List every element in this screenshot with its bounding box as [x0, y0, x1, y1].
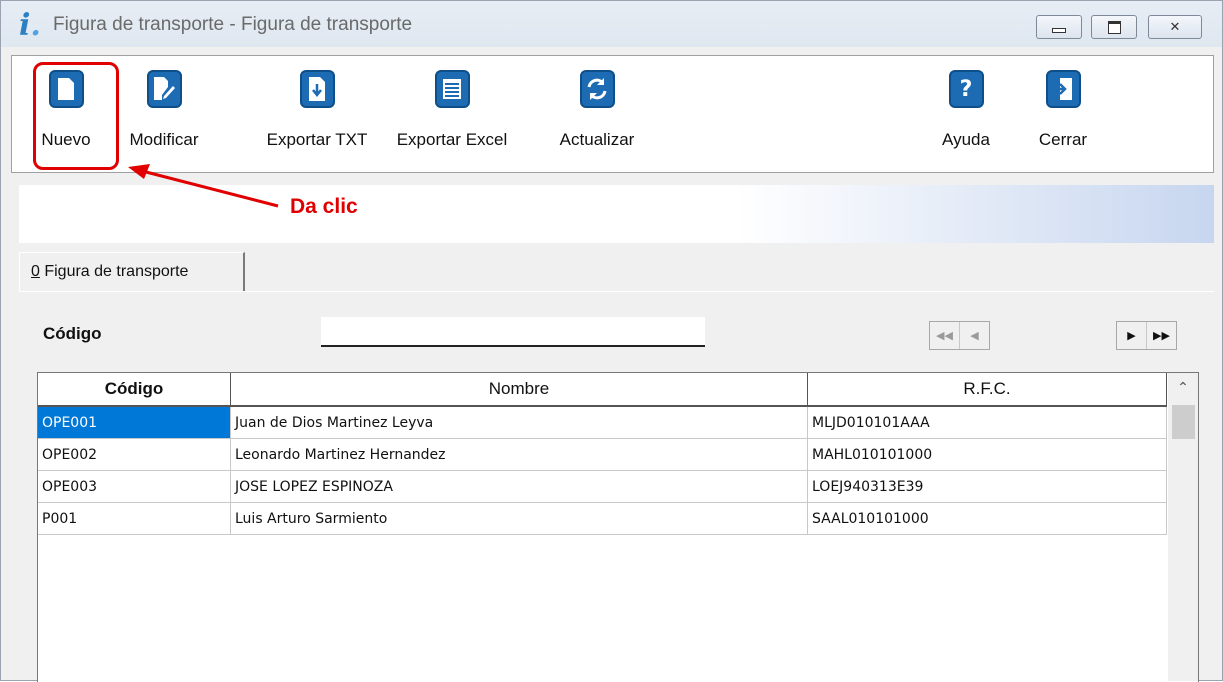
- minimize-button[interactable]: [1036, 15, 1082, 39]
- actualizar-label: Actualizar: [559, 130, 635, 149]
- previous-record-button[interactable]: ◀: [960, 322, 989, 349]
- first-record-button[interactable]: ◀◀: [930, 322, 960, 349]
- exportar-excel-label: Exportar Excel: [396, 130, 508, 149]
- column-header-rfc[interactable]: R.F.C.: [807, 373, 1167, 407]
- app-info-icon: i.: [19, 8, 41, 43]
- minimize-icon: [1052, 27, 1066, 33]
- vertical-scrollbar[interactable]: ⌃: [1168, 373, 1198, 681]
- exit-door-icon: [1045, 70, 1081, 108]
- cell-codigo[interactable]: OPE002: [38, 438, 231, 471]
- data-grid: Código Nombre R.F.C. OPE001 Juan de Dios…: [37, 372, 1199, 682]
- cell-nombre[interactable]: Juan de Dios Martinez Leyva: [230, 406, 808, 439]
- maximize-icon: [1107, 20, 1121, 34]
- tab-figura-de-transporte[interactable]: 0 Figura de transporte: [19, 252, 245, 292]
- next-record-icon: ▶: [1127, 329, 1136, 342]
- help-icon: ?: [948, 70, 984, 108]
- cell-nombre[interactable]: Luis Arturo Sarmiento: [230, 502, 808, 535]
- last-record-icon: ▶▶: [1153, 329, 1170, 342]
- nav-forward-group: ▶ ▶▶: [1116, 321, 1177, 350]
- table-row[interactable]: OPE003 JOSE LOPEZ ESPINOZA LOEJ940313E39: [38, 470, 1167, 503]
- cerrar-button[interactable]: Cerrar: [1032, 58, 1094, 168]
- cell-codigo[interactable]: OPE001: [38, 406, 231, 439]
- ayuda-button[interactable]: ? Ayuda: [936, 58, 996, 168]
- table-row[interactable]: P001 Luis Arturo Sarmiento SAAL010101000: [38, 502, 1167, 535]
- scroll-up-button[interactable]: ⌃: [1168, 373, 1198, 403]
- first-record-icon: ◀◀: [936, 329, 953, 342]
- close-window-button[interactable]: ✕: [1148, 15, 1202, 39]
- refresh-icon: [579, 70, 615, 108]
- exportar-txt-label: Exportar TXT: [266, 130, 368, 149]
- window-title: Figura de transporte - Figura de transpo…: [53, 14, 413, 35]
- exportar-txt-button[interactable]: Exportar TXT: [257, 58, 377, 168]
- cerrar-label: Cerrar: [1038, 130, 1088, 149]
- tab-label: Figura de transporte: [39, 263, 189, 280]
- tab-divider: [19, 291, 1214, 292]
- export-excel-icon: [434, 70, 470, 108]
- cell-codigo[interactable]: OPE003: [38, 470, 231, 503]
- title-bar[interactable]: i. Figura de transporte - Figura de tran…: [1, 1, 1222, 47]
- next-record-button[interactable]: ▶: [1117, 322, 1147, 349]
- table-row[interactable]: OPE001 Juan de Dios Martinez Leyva MLJD0…: [38, 406, 1167, 439]
- actualizar-button[interactable]: Actualizar: [547, 58, 647, 168]
- cell-rfc[interactable]: MAHL010101000: [807, 438, 1167, 471]
- last-record-button[interactable]: ▶▶: [1147, 322, 1176, 349]
- column-header-nombre[interactable]: Nombre: [230, 373, 808, 407]
- tab-hotkey: 0: [31, 263, 40, 280]
- exportar-excel-button[interactable]: Exportar Excel: [387, 58, 517, 168]
- modificar-label: Modificar: [129, 130, 199, 149]
- cell-rfc[interactable]: MLJD010101AAA: [807, 406, 1167, 439]
- export-txt-icon: [299, 70, 335, 108]
- modificar-button[interactable]: Modificar: [112, 58, 216, 168]
- cell-rfc[interactable]: LOEJ940313E39: [807, 470, 1167, 503]
- toolbar: Nuevo Modificar Exportar TXT Exportar Ex…: [11, 55, 1214, 173]
- info-band: [19, 185, 1214, 243]
- close-icon: ✕: [1169, 19, 1181, 35]
- codigo-filter-input[interactable]: [321, 317, 705, 347]
- nav-back-group: ◀◀ ◀: [929, 321, 990, 350]
- grid-table: Código Nombre R.F.C. OPE001 Juan de Dios…: [38, 373, 1167, 535]
- edit-document-icon: [146, 70, 182, 108]
- cell-nombre[interactable]: JOSE LOPEZ ESPINOZA: [230, 470, 808, 503]
- cell-nombre[interactable]: Leonardo Martinez Hernandez: [230, 438, 808, 471]
- scroll-thumb[interactable]: [1172, 405, 1195, 439]
- annotation-text: Da clic: [290, 195, 358, 218]
- table-row[interactable]: OPE002 Leonardo Martinez Hernandez MAHL0…: [38, 438, 1167, 471]
- codigo-filter-label: Código: [43, 324, 102, 343]
- previous-record-icon: ◀: [970, 329, 979, 342]
- cell-rfc[interactable]: SAAL010101000: [807, 502, 1167, 535]
- chevron-up-icon: ⌃: [1177, 380, 1189, 396]
- annotation-highlight-box: [33, 62, 119, 170]
- maximize-button[interactable]: [1091, 15, 1137, 39]
- cell-codigo[interactable]: P001: [38, 502, 231, 535]
- ayuda-label: Ayuda: [942, 130, 990, 149]
- app-window: i. Figura de transporte - Figura de tran…: [0, 0, 1223, 682]
- column-header-codigo[interactable]: Código: [38, 373, 231, 407]
